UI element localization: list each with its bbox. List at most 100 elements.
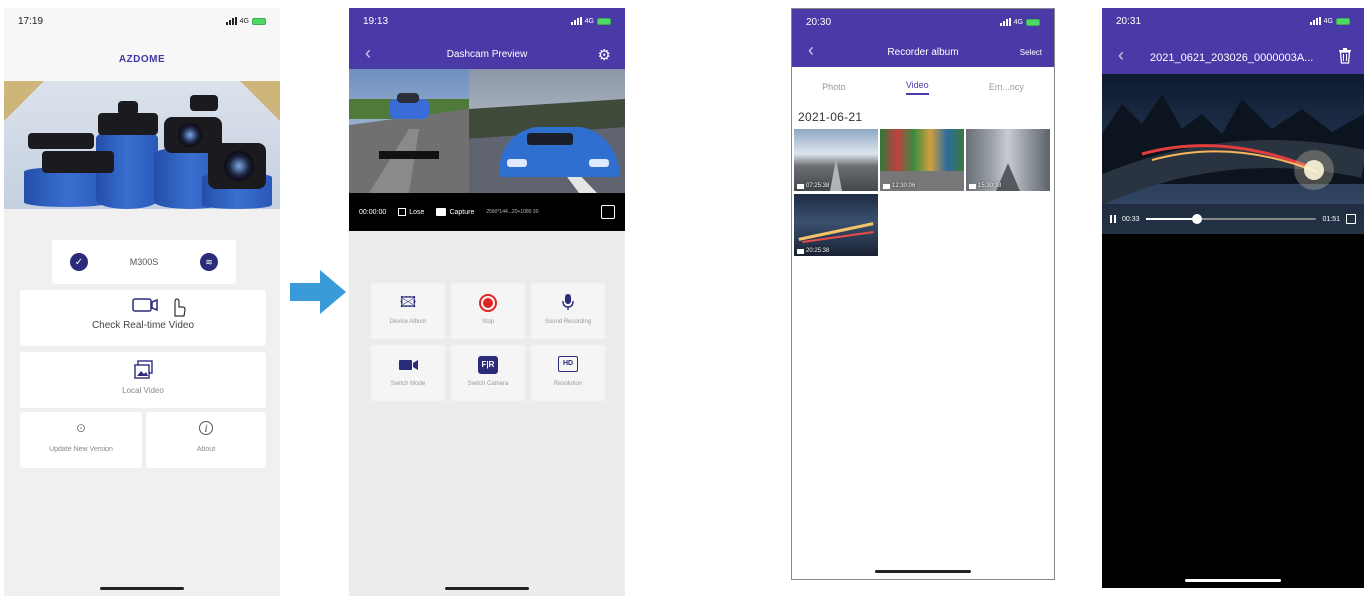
- lose-icon: [398, 208, 407, 216]
- status-time: 20:31: [1116, 15, 1142, 27]
- signal-icon: [225, 17, 237, 25]
- album-icon: 🖾: [399, 294, 417, 311]
- status-time: 19:13: [363, 15, 389, 27]
- tab-video[interactable]: Video: [905, 80, 929, 95]
- sound-recording-label: Sound Recording: [544, 319, 592, 325]
- album-tabs: Photo Video Em...ncy: [792, 67, 1054, 107]
- status-bar: 17:19 4G: [4, 8, 280, 34]
- switch-camera-button[interactable]: F|R Switch Camera: [451, 345, 525, 401]
- page-title: Dashcam Preview: [446, 49, 528, 60]
- battery-icon: [1026, 18, 1040, 26]
- video-thumbnail[interactable]: 07:25:38: [794, 129, 878, 191]
- gallery-icon: [134, 360, 153, 379]
- switch-mode-button[interactable]: Switch Mode: [371, 345, 445, 401]
- back-chevron-icon[interactable]: ‹: [1118, 46, 1124, 64]
- thumbnail-timestamp: 15:30:38: [969, 183, 1001, 189]
- update-pin-icon: ⊙: [75, 421, 87, 435]
- wifi-icon: ≋: [200, 253, 218, 271]
- realtime-label: Check Real-time Video: [91, 320, 195, 331]
- switch-camera-label: Switch Camera: [467, 381, 509, 387]
- update-label: Update New Version: [49, 446, 113, 453]
- stop-label: Stop: [481, 319, 495, 325]
- tap-hand-icon: [174, 298, 186, 317]
- brand-title: AZDOME: [118, 54, 166, 65]
- record-time: 00:00:00: [359, 208, 387, 216]
- signal-icon: [570, 17, 582, 25]
- status-bar: 20:31 4G: [1102, 8, 1364, 34]
- header-bar: 19:13 4G ‹ Dashcam Preview ⚙: [349, 8, 625, 69]
- thumbnail-timestamp: 20:25:38: [797, 248, 829, 254]
- date-heading: 2021-06-21: [798, 110, 863, 124]
- lose-button[interactable]: Lose: [398, 208, 424, 216]
- trash-icon[interactable]: [1338, 48, 1352, 64]
- preview-scene: [349, 69, 625, 193]
- device-name: M300S: [129, 257, 159, 267]
- resolution-button[interactable]: HD Resolution: [531, 345, 605, 401]
- capture-label: Capture: [449, 208, 475, 216]
- select-button[interactable]: Select: [1020, 48, 1042, 57]
- video-thumbnail[interactable]: 12:30:06: [880, 129, 964, 191]
- status-time: 17:19: [18, 15, 44, 27]
- camera-icon: [132, 298, 158, 312]
- video-preview[interactable]: [349, 69, 625, 193]
- home-indicator: [100, 587, 184, 590]
- sound-recording-button[interactable]: Sound Recording: [531, 283, 605, 339]
- header-bar: 20:30 4G ‹ Recorder album Select: [792, 9, 1054, 67]
- status-time: 20:30: [806, 16, 832, 28]
- video-thumbnail[interactable]: 15:30:38: [966, 129, 1050, 191]
- camera-capture-icon: [436, 208, 447, 216]
- seek-slider[interactable]: [1145, 214, 1317, 224]
- playback-bar: 00:33 01:51: [1102, 204, 1364, 234]
- capture-button[interactable]: Capture: [436, 208, 474, 216]
- stop-button[interactable]: Stop: [451, 283, 525, 339]
- flow-arrow-icon: [290, 270, 346, 314]
- app-flow-screenshots: 17:19 4G AZDOME ✓ M300S ≋ Check Real-tim…: [0, 0, 1372, 596]
- page-title: Recorder album: [887, 47, 959, 58]
- pause-icon[interactable]: [1110, 215, 1116, 223]
- fullscreen-icon[interactable]: [601, 205, 615, 219]
- network-type: 4G: [1013, 18, 1023, 26]
- signal-icon: [1309, 17, 1321, 25]
- home-indicator: [875, 570, 971, 573]
- resolution-label: Resolution: [553, 381, 583, 387]
- video-icon: [797, 248, 804, 254]
- about-button[interactable]: i About: [146, 412, 266, 468]
- recorder-album-screen: 20:30 4G ‹ Recorder album Select Photo V…: [791, 8, 1055, 580]
- seek-handle[interactable]: [1191, 214, 1202, 224]
- info-icon: i: [199, 421, 213, 435]
- device-album-label: Device Album: [389, 319, 427, 325]
- network-type: 4G: [584, 17, 594, 25]
- resolution-readout: 2560*144...20+1080 30: [486, 209, 539, 215]
- home-indicator: [445, 587, 529, 590]
- video-thumbnail[interactable]: 20:25:38: [794, 194, 878, 256]
- home-indicator: [1185, 579, 1281, 582]
- duration-time: 01:51: [1322, 215, 1340, 223]
- tab-photo[interactable]: Photo: [822, 82, 846, 92]
- status-bar: 20:30 4G: [792, 9, 1054, 35]
- status-indicators: 4G: [999, 18, 1040, 26]
- device-album-button[interactable]: 🖾 Device Album: [371, 283, 445, 339]
- preview-control-bar: 00:00:00 Lose Capture 2560*144...20+1080…: [349, 193, 625, 231]
- check-realtime-video-button[interactable]: Check Real-time Video: [20, 290, 266, 346]
- fullscreen-icon[interactable]: [1346, 214, 1356, 224]
- tab-emergency[interactable]: Em...ncy: [989, 82, 1024, 92]
- update-version-button[interactable]: ⊙ Update New Version: [20, 412, 142, 468]
- about-label: About: [196, 446, 216, 453]
- network-type: 4G: [1323, 17, 1333, 25]
- video-icon: [883, 183, 890, 189]
- signal-icon: [999, 18, 1011, 26]
- thumbnail-timestamp: 12:30:06: [883, 183, 915, 189]
- status-indicators: 4G: [570, 17, 611, 25]
- local-video-label: Local Video: [122, 386, 164, 395]
- battery-icon: [1336, 17, 1350, 25]
- battery-icon: [252, 17, 266, 25]
- video-player-screen: 20:31 4G ‹ 2021_0621_203026_0000003A...: [1102, 8, 1364, 588]
- device-card[interactable]: ✓ M300S ≋: [52, 240, 236, 284]
- check-icon: ✓: [70, 253, 88, 271]
- thumbnail-timestamp: 07:25:38: [797, 183, 829, 189]
- gear-icon[interactable]: ⚙: [598, 46, 611, 64]
- home-screen: 17:19 4G AZDOME ✓ M300S ≋ Check Real-tim…: [4, 8, 280, 596]
- status-bar: 19:13 4G: [349, 8, 625, 34]
- dashcam-preview-screen: 19:13 4G ‹ Dashcam Preview ⚙ 00:00:00 Lo…: [349, 8, 625, 596]
- local-video-button[interactable]: Local Video: [20, 352, 266, 408]
